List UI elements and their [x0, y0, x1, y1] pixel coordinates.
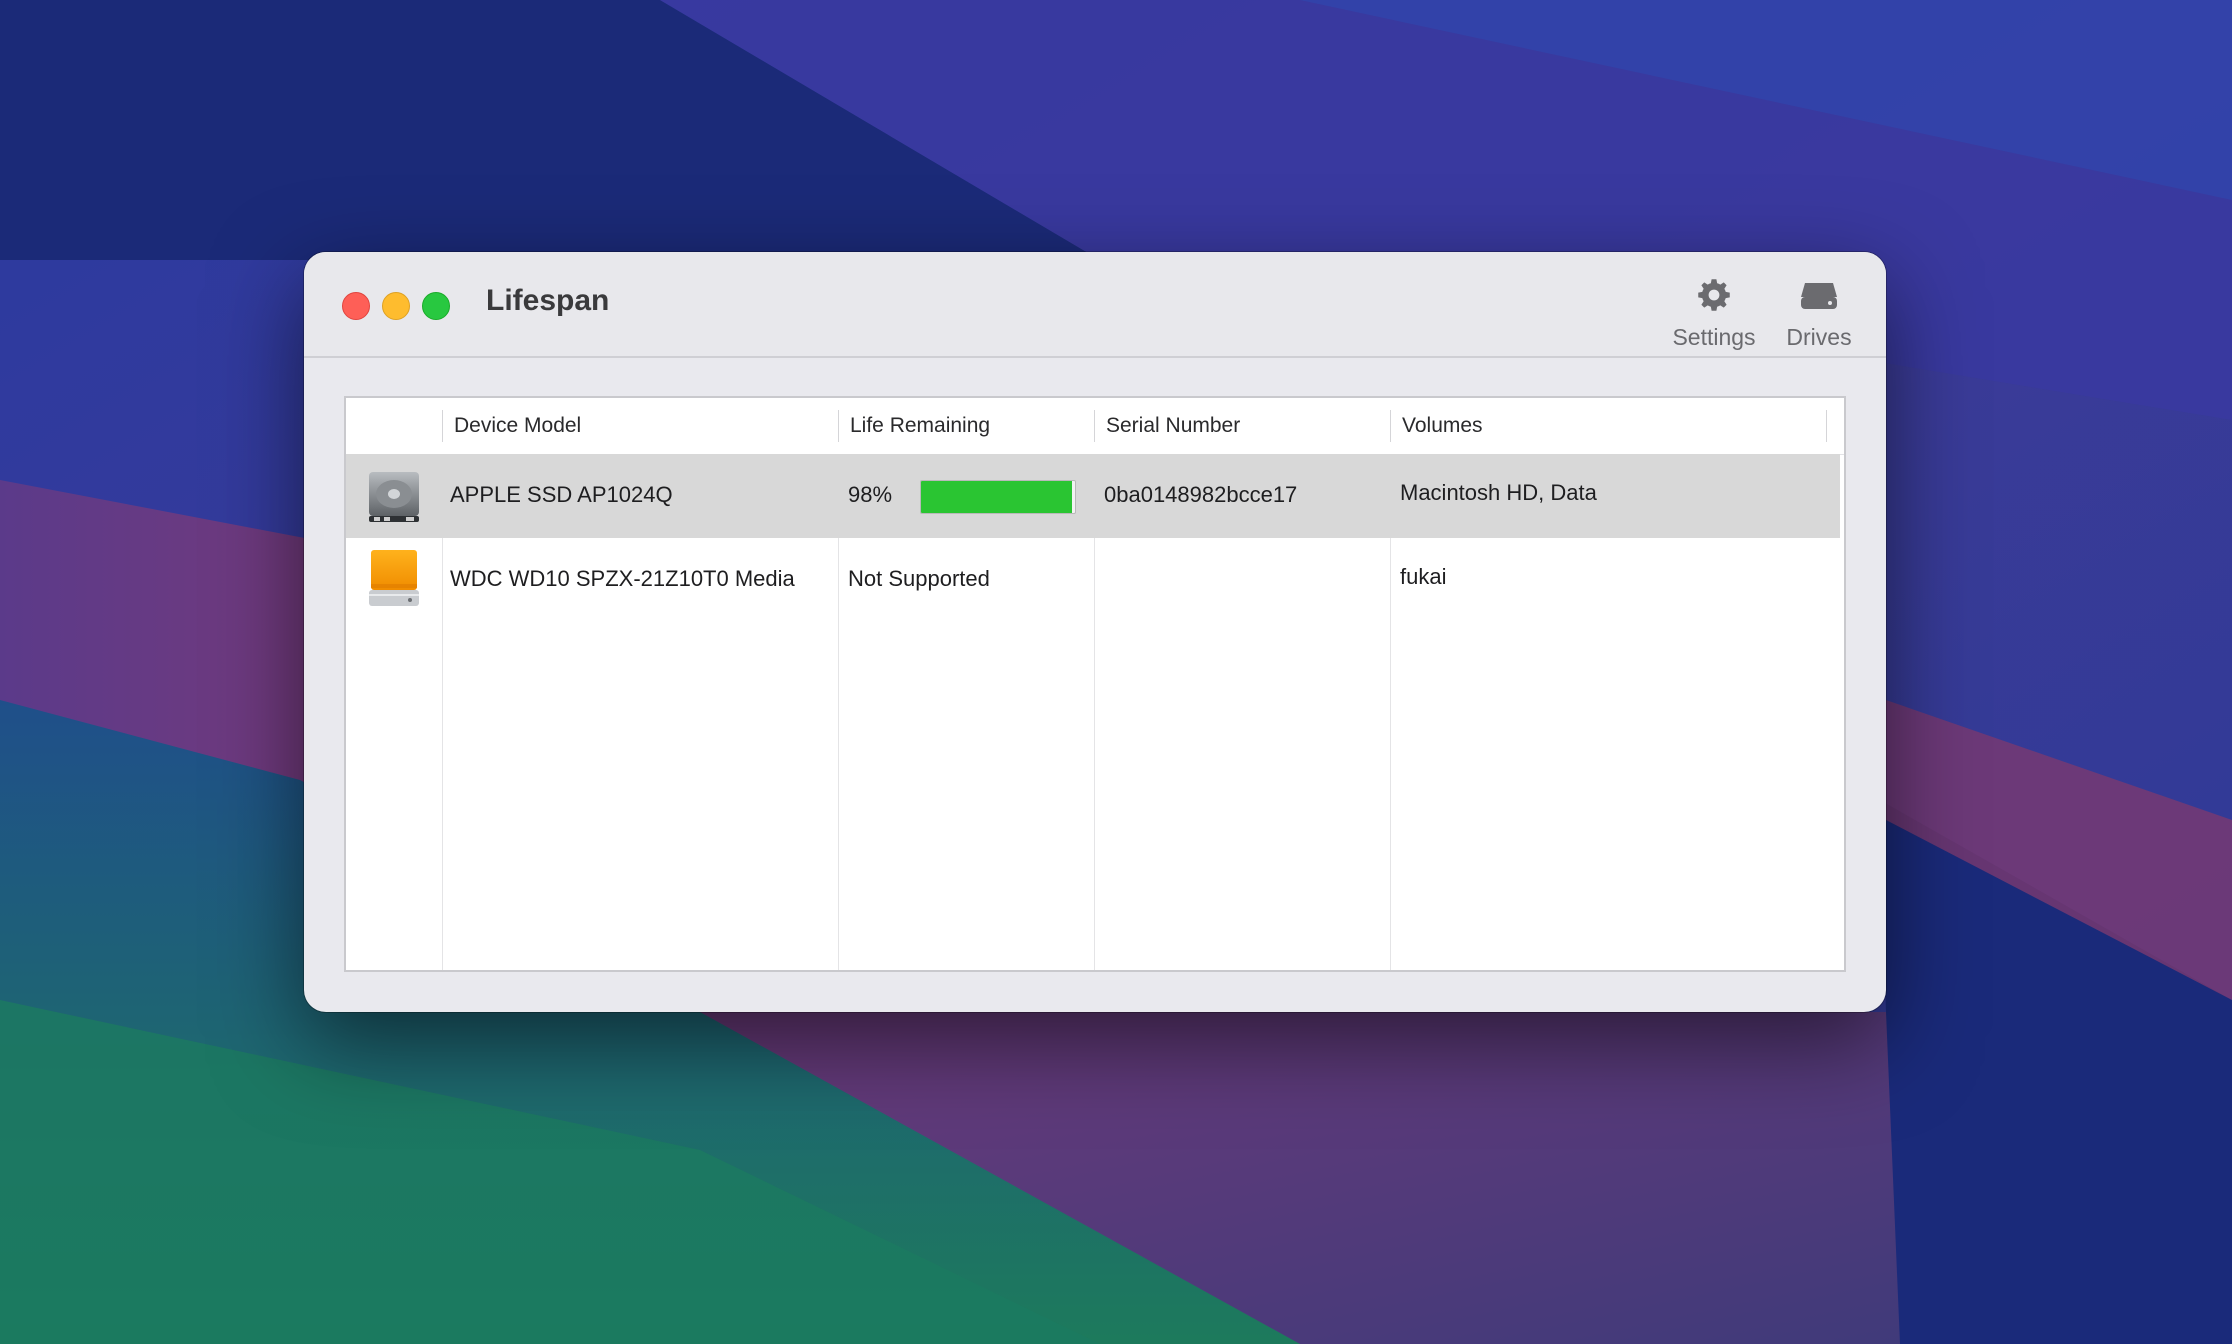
column-separator: [1390, 410, 1391, 442]
table-row[interactable]: WDC WD10 SPZX-21Z10T0 Media Not Supporte…: [346, 538, 1840, 622]
column-header-device-model[interactable]: Device Model: [454, 414, 581, 438]
column-separator: [1094, 410, 1095, 442]
drives-table: Device Model Life Remaining Serial Numbe…: [344, 396, 1846, 972]
device-model-cell: APPLE SSD AP1024Q: [450, 482, 673, 507]
window-title: Lifespan: [486, 284, 610, 317]
close-window-button[interactable]: [342, 292, 370, 320]
table-header: Device Model Life Remaining Serial Numbe…: [346, 398, 1844, 455]
life-progress-fill: [921, 481, 1072, 513]
life-progress-bar: [920, 480, 1076, 514]
life-remaining-cell: 98%: [848, 482, 893, 507]
column-header-life-remaining[interactable]: Life Remaining: [850, 414, 990, 438]
column-separator: [442, 410, 443, 442]
settings-label: Settings: [1672, 324, 1756, 350]
gear-icon: [1664, 274, 1764, 316]
volumes-cell: Macintosh HD, Data: [1400, 480, 1597, 505]
column-header-serial-number[interactable]: Serial Number: [1106, 414, 1240, 438]
column-header-volumes[interactable]: Volumes: [1402, 414, 1483, 438]
drives-label: Drives: [1786, 324, 1852, 350]
column-separator: [1826, 410, 1827, 442]
device-model-cell: WDC WD10 SPZX-21Z10T0 Media: [450, 566, 795, 591]
volumes-cell: fukai: [1400, 564, 1447, 589]
external-drive-icon: [1778, 274, 1860, 316]
column-separator: [838, 410, 839, 442]
minimize-window-button[interactable]: [382, 292, 410, 320]
app-window: Lifespan Settings Drives Device Model Li…: [304, 252, 1886, 1012]
internal-ssd-icon: [366, 466, 422, 531]
external-hdd-icon: [366, 548, 422, 615]
settings-toolbar-button[interactable]: Settings: [1664, 274, 1764, 351]
life-remaining-cell: Not Supported: [848, 566, 990, 591]
serial-number-cell: 0ba0148982bcce17: [1104, 482, 1298, 507]
drives-toolbar-button[interactable]: Drives: [1778, 274, 1860, 351]
titlebar: Lifespan Settings Drives: [304, 252, 1886, 358]
table-row[interactable]: APPLE SSD AP1024Q 98% 0ba0148982bcce17 M…: [346, 454, 1840, 538]
zoom-window-button[interactable]: [422, 292, 450, 320]
